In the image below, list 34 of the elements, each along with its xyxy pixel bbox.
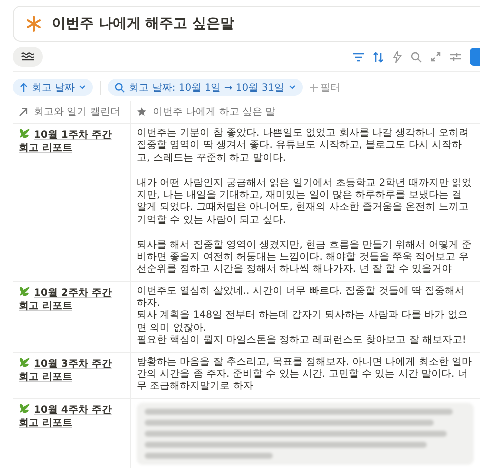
message-text: 이번주도 열심히 살았네.. 시간이 너무 빠르다. 집중할 것들에 딱 집중해서 하자. 퇴사 계획을 148일 전부터 하는데 갑자기 퇴사하는 사람과 다를 바가 없으면 의미 없잖아. 필요한 핵심이 뭘지 마일스톤을 정하고 레퍼런스도 찾아보고 잘 해보자고! xyxy=(137,286,469,348)
expand-icon[interactable] xyxy=(431,52,441,62)
column-header[interactable]: 회고와 일기 캘린더 xyxy=(34,105,120,119)
filter-icon[interactable] xyxy=(353,52,364,62)
sort-chip[interactable]: 회고 날짜 xyxy=(13,79,94,96)
waves-icon xyxy=(21,52,35,62)
star-icon xyxy=(137,107,147,117)
message-text: 이번주는 기분이 참 좋았다. 나쁜일도 없었고 회사를 나갈 생각하니 오히려 집중할 영역이 딱 생겨서 좋다. 유튜브도 시작하고, 블로그도 다시 시작하고, 스레드는 꾸준히 하고 말이다. 내가 어떤 사람인지 궁금해서 읽은 일기에서 초등학교 2학년 때까지만 읽었지만, 나는 내일을 기대하고, 재미있는 일이 많은 하루하루를 보냈다는 걸 알게 되었다. 그때처럼은 아니어도, 현재의 사소한 즐거움을 온전히 느끼고 기억할 수 있는 사람이 되고 싶다. 퇴사를 해서 집중할 영역이 생겼지만, 현금 흐름을 만들기 위해서 어떻게 준비하면 좋을지 여전히 허둥대는 느낌이다. 해야할 것들을 쭈욱 적어보고 우선순위를 정하고 시간을 정해서 하나씩 해나가자. 넌 잘 할 수 있을거야 xyxy=(137,128,473,277)
page-link[interactable]: 10월 1주차 주간 회고 리포트 xyxy=(19,128,124,155)
lightning-icon[interactable] xyxy=(393,51,402,63)
plus-icon xyxy=(310,84,318,92)
column-header[interactable]: 이번주 나에게 하고 싶은 말 xyxy=(153,105,276,119)
page-link[interactable]: 10월 3주차 주간 회고 리포트 xyxy=(19,356,124,384)
leaf-icon xyxy=(19,128,31,139)
asterisk-icon xyxy=(26,16,42,32)
date-filter-chip[interactable]: 회고 날짜: 10월 1일 → 10월 31일 xyxy=(108,79,303,96)
new-button[interactable] xyxy=(470,48,480,66)
callout-title: 이번주 나에게 해주고 싶은말 xyxy=(52,15,235,33)
relation-icon xyxy=(19,108,28,116)
leaf-icon xyxy=(19,402,31,414)
page-link[interactable]: 10월 4주차 주간 회고 리포트 xyxy=(19,402,124,430)
view-button[interactable] xyxy=(13,47,43,67)
sliders-icon[interactable] xyxy=(450,52,461,62)
chevron-down-icon xyxy=(288,85,296,90)
search-icon[interactable] xyxy=(411,52,422,62)
add-filter-button[interactable]: 필터 xyxy=(310,80,341,94)
chevron-down-icon xyxy=(79,85,86,90)
message-text: 방황하는 마음을 잘 추스리고, 목표를 정해보자. 아니면 나에게 최소한 얼마간의 시간을 좀 주자. 준비할 수 있는 시간. 고민할 수 있는 시간 말이다. 너무 조급해하지말기로 하자 xyxy=(137,356,473,394)
sort-icon[interactable] xyxy=(373,52,384,62)
leaf-icon xyxy=(19,286,31,297)
page-link[interactable]: 10월 2주차 주간 회고 리포트 xyxy=(19,286,124,313)
arrow-up-icon xyxy=(20,83,28,92)
leaf-icon xyxy=(19,356,31,368)
search-icon xyxy=(115,82,126,92)
